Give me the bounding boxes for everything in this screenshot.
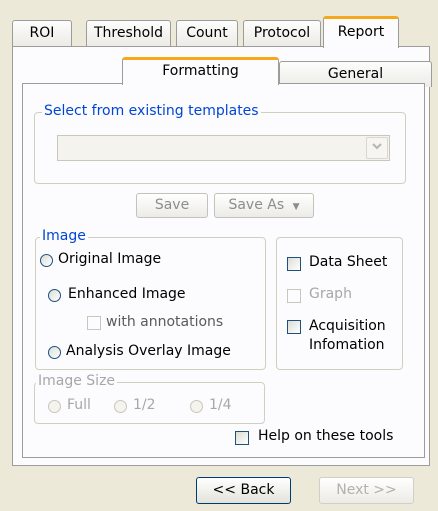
save-as-label: Save As — [228, 197, 285, 213]
graph-label: Graph — [309, 286, 352, 302]
next-button[interactable]: Next >> — [319, 477, 414, 504]
tab-report[interactable]: Report — [323, 16, 399, 48]
save-button[interactable]: Save — [136, 193, 208, 218]
image-size-legend: Image Size — [36, 373, 118, 389]
tab-count[interactable]: Count — [176, 20, 238, 46]
acquisition-checkbox[interactable] — [287, 320, 301, 334]
with-annotations-label: with annotations — [106, 314, 224, 330]
data-sheet-checkbox[interactable] — [287, 257, 301, 271]
size-full-label: Full — [67, 397, 91, 413]
subtab-formatting[interactable]: Formatting — [122, 57, 279, 85]
data-sheet-label: Data Sheet — [309, 254, 388, 270]
template-select[interactable] — [57, 135, 390, 161]
tab-roi[interactable]: ROI — [12, 20, 72, 46]
dropdown-arrow-icon: ▼ — [292, 202, 300, 212]
back-button[interactable]: << Back — [196, 477, 291, 504]
image-legend: Image — [40, 228, 88, 244]
enhanced-image-label: Enhanced Image — [68, 286, 186, 302]
original-image-label: Original Image — [58, 251, 162, 267]
tab-threshold[interactable]: Threshold — [86, 20, 171, 46]
acquisition-label-line1: Acquisition — [309, 318, 386, 334]
size-quarter-label: 1/4 — [209, 397, 232, 413]
acquisition-label-line2: Infomation — [309, 337, 385, 353]
analysis-overlay-label: Analysis Overlay Image — [66, 343, 231, 359]
save-as-button[interactable]: Save As ▼ — [214, 193, 314, 218]
tab-protocol[interactable]: Protocol — [243, 20, 321, 46]
help-checkbox[interactable] — [235, 431, 249, 445]
graph-checkbox[interactable] — [287, 289, 301, 303]
analysis-overlay-radio[interactable] — [48, 346, 61, 359]
help-label: Help on these tools — [258, 428, 394, 444]
size-full-radio[interactable] — [48, 400, 61, 413]
size-quarter-radio[interactable] — [190, 400, 203, 413]
enhanced-image-radio[interactable] — [48, 289, 61, 302]
templates-legend: Select from existing templates — [42, 103, 261, 119]
chevron-down-icon[interactable] — [366, 137, 388, 159]
size-half-label: 1/2 — [133, 397, 156, 413]
with-annotations-checkbox[interactable] — [87, 316, 101, 330]
size-half-radio[interactable] — [114, 400, 127, 413]
original-image-radio[interactable] — [40, 254, 53, 267]
